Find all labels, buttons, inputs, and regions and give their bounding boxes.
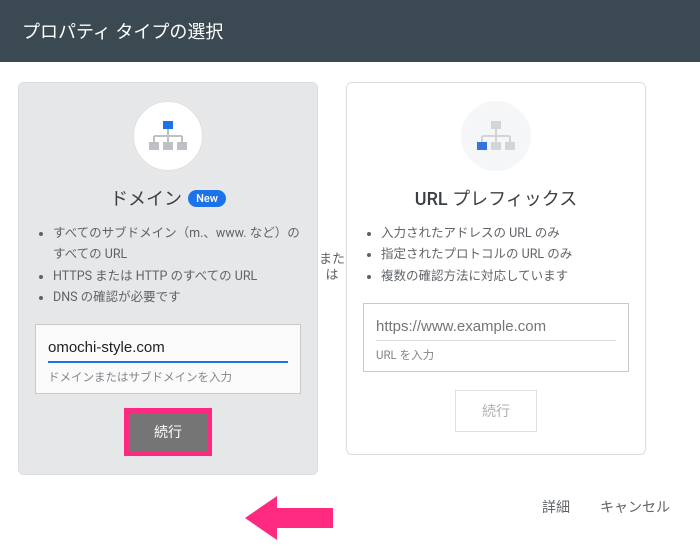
sitemap-icon [148, 120, 188, 152]
page-title: プロパティ タイプの選択 [22, 22, 223, 43]
prefix-icon-circle [461, 101, 531, 171]
prefix-input[interactable] [376, 314, 616, 341]
or-label: または [318, 252, 346, 283]
domain-bullets: すべてのサブドメイン（m.、www. など）のすべての URL HTTPS また… [35, 223, 301, 308]
domain-icon-circle [133, 101, 203, 171]
details-link[interactable]: 詳細 [542, 497, 570, 517]
domain-input-box: ドメインまたはサブドメインを入力 [35, 324, 301, 394]
domain-bullet: DNS の確認が必要です [53, 287, 301, 308]
domain-input[interactable] [48, 335, 288, 363]
domain-card-title: ドメイン [110, 185, 182, 211]
prefix-title-row: URL プレフィックス [415, 185, 577, 211]
prefix-bullets: 入力されたアドレスの URL のみ 指定されたプロトコルの URL のみ 複数の… [363, 223, 629, 287]
prefix-card-title: URL プレフィックス [415, 185, 577, 211]
prefix-input-box: URL を入力 [363, 303, 629, 372]
prefix-bullet: 入力されたアドレスの URL のみ [381, 223, 629, 244]
domain-input-hint: ドメインまたはサブドメインを入力 [48, 369, 288, 385]
cancel-link[interactable]: キャンセル [600, 497, 670, 517]
footer: 詳細 キャンセル [0, 485, 700, 529]
new-badge: New [188, 190, 226, 207]
page-header: プロパティ タイプの選択 [0, 0, 700, 62]
domain-title-row: ドメイン New [110, 185, 226, 211]
domain-continue-button[interactable]: 続行 [128, 412, 208, 452]
prefix-bullet: 指定されたプロトコルの URL のみ [381, 244, 629, 265]
domain-bullet: すべてのサブドメイン（m.、www. など）のすべての URL [53, 223, 301, 266]
domain-card[interactable]: ドメイン New すべてのサブドメイン（m.、www. など）のすべての URL… [18, 82, 318, 475]
prefix-bullet: 複数の確認方法に対応しています [381, 266, 629, 287]
domain-bullet: HTTPS または HTTP のすべての URL [53, 266, 301, 287]
prefix-input-hint: URL を入力 [376, 347, 616, 363]
sitemap-icon [476, 120, 516, 152]
prefix-continue-button[interactable]: 続行 [455, 390, 537, 432]
url-prefix-card[interactable]: URL プレフィックス 入力されたアドレスの URL のみ 指定されたプロトコル… [346, 82, 646, 455]
content-area: ドメイン New すべてのサブドメイン（m.、www. など）のすべての URL… [0, 62, 700, 485]
or-divider: または [318, 82, 346, 283]
